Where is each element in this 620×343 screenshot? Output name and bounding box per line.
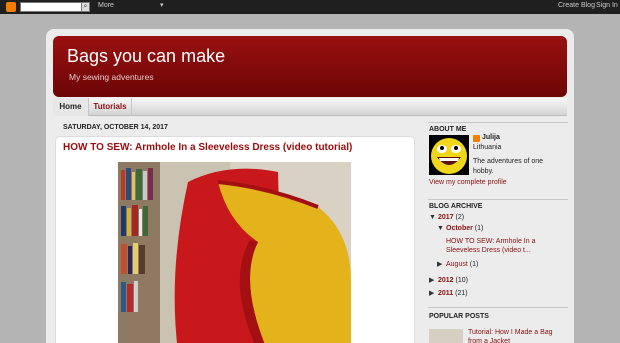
triangle-right-icon[interactable]: ▶ [437, 260, 446, 268]
blog-archive-heading: BLOG ARCHIVE [429, 203, 483, 210]
blogger-profile-icon [473, 135, 480, 142]
profile-name[interactable]: Julija [482, 134, 500, 141]
archive-post-link[interactable]: HOW TO SEW: Armhole In a Sleeveless Dres… [446, 237, 546, 255]
archive-month-october[interactable]: ▼ October (1) [437, 225, 483, 232]
archive-year-2012[interactable]: ▶ 2012 (10) [429, 276, 468, 284]
sign-in-link[interactable]: Sign In [596, 2, 618, 9]
post-image [118, 162, 351, 343]
blogger-logo-icon[interactable] [6, 2, 16, 12]
triangle-right-icon[interactable]: ▶ [429, 276, 438, 284]
popular-post-link[interactable]: Tutorial: How I Made a Bag from a Jacket [468, 328, 563, 343]
popular-posts-heading: POPULAR POSTS [429, 313, 489, 320]
archive-separator [428, 199, 568, 200]
popular-post-thumbnail[interactable] [429, 329, 463, 343]
blog-description: My sewing adventures [69, 72, 154, 82]
search-icon[interactable]: ⌕ [81, 2, 90, 12]
popular-separator [428, 307, 568, 308]
profile-about: The adventures of one hobby. [473, 158, 544, 175]
post-date: SATURDAY, OCTOBER 14, 2017 [63, 124, 168, 131]
more-menu[interactable]: More [98, 2, 114, 9]
triangle-down-icon[interactable]: ▼ [437, 225, 446, 232]
page-tabs: Home Tutorials [53, 98, 567, 116]
chevron-down-icon[interactable]: ▾ [160, 1, 164, 9]
tab-tutorials[interactable]: Tutorials [89, 98, 132, 116]
about-me-heading: ABOUT ME [429, 126, 467, 133]
create-blog-link[interactable]: Create Blog [558, 2, 595, 9]
awesome-face-icon [431, 138, 467, 174]
post-title[interactable]: HOW TO SEW: Armhole In a Sleeveless Dres… [63, 142, 352, 153]
archive-year-2017[interactable]: ▼ 2017 (2) [429, 214, 464, 221]
archive-month-august[interactable]: ▶ August (1) [437, 260, 478, 268]
dress-photo [118, 162, 351, 343]
blog-title[interactable]: Bags you can make [67, 46, 225, 67]
blogger-navbar: ⌕ More ▾ Create Blog Sign In [0, 0, 620, 14]
blog-header: Bags you can make My sewing adventures [53, 36, 567, 97]
search-input[interactable] [20, 2, 82, 12]
about-separator [428, 122, 568, 123]
profile-location: Lithuania [473, 144, 502, 151]
avatar[interactable] [429, 135, 469, 175]
archive-year-2011[interactable]: ▶ 2011 (21) [429, 289, 468, 297]
tab-home[interactable]: Home [53, 98, 89, 116]
view-profile-link[interactable]: View my complete profile [429, 179, 507, 186]
triangle-right-icon[interactable]: ▶ [429, 289, 438, 297]
triangle-down-icon[interactable]: ▼ [429, 214, 438, 221]
